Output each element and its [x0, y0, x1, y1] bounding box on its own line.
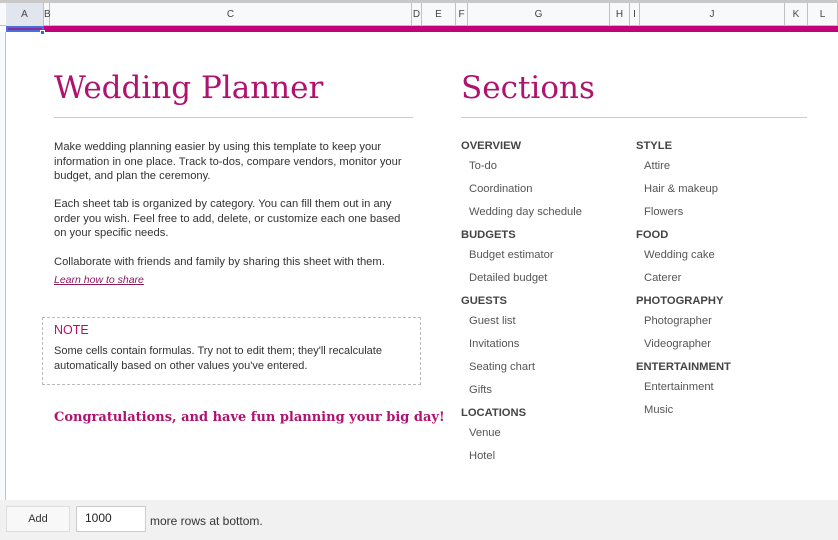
- column-header-d[interactable]: D: [412, 3, 422, 26]
- column-header-bar: ABCDEFGHIJKL: [0, 0, 838, 26]
- column-header-f[interactable]: F: [456, 3, 468, 26]
- collab-paragraph: Collaborate with friends and family by s…: [54, 256, 385, 268]
- column-header-c[interactable]: C: [50, 3, 412, 26]
- section-link[interactable]: Budget estimator: [469, 249, 554, 261]
- section-link[interactable]: Music: [644, 404, 673, 416]
- accent-row: [6, 26, 838, 32]
- selected-cell[interactable]: [6, 26, 44, 32]
- section-heading: Guests: [461, 295, 508, 307]
- section-link[interactable]: Coordination: [469, 183, 532, 195]
- section-link[interactable]: Guest list: [469, 315, 516, 327]
- rows-suffix-label: more rows at bottom.: [150, 514, 263, 528]
- column-header-g[interactable]: G: [468, 3, 610, 26]
- column-header-h[interactable]: H: [610, 3, 630, 26]
- note-box: NOTE Some cells contain formulas. Try no…: [42, 317, 421, 385]
- sections-title: Sections: [461, 70, 595, 106]
- section-link[interactable]: Entertainment: [644, 381, 714, 393]
- section-link[interactable]: Wedding day schedule: [469, 206, 582, 218]
- congrats-text: Congratulations, and have fun planning y…: [54, 410, 445, 425]
- section-link[interactable]: Hair & makeup: [644, 183, 718, 195]
- section-link[interactable]: Videographer: [644, 338, 711, 350]
- column-header-l[interactable]: L: [808, 3, 838, 26]
- row-header-bar: [0, 32, 6, 500]
- column-header-i[interactable]: I: [630, 3, 640, 26]
- add-rows-button[interactable]: Add: [6, 506, 70, 532]
- section-link[interactable]: Detailed budget: [469, 272, 547, 284]
- section-heading: Style: [636, 140, 673, 152]
- section-heading: Budgets: [461, 229, 516, 241]
- sections-divider: [461, 117, 807, 118]
- section-heading: Locations: [461, 407, 527, 419]
- section-link[interactable]: To-do: [469, 160, 497, 172]
- column-header-a[interactable]: A: [6, 3, 44, 26]
- section-heading: Photography: [636, 295, 724, 307]
- section-link[interactable]: Hotel: [469, 450, 495, 462]
- section-link[interactable]: Seating chart: [469, 361, 535, 373]
- learn-share-link[interactable]: Learn how to share: [54, 274, 144, 286]
- section-link[interactable]: Invitations: [469, 338, 519, 350]
- fill-handle[interactable]: [40, 30, 45, 35]
- section-heading: Food: [636, 229, 669, 241]
- rows-count-input[interactable]: 1000: [76, 506, 146, 532]
- note-text: Some cells contain formulas. Try not to …: [54, 345, 382, 372]
- tabs-paragraph: Each sheet tab is organized by category.…: [54, 198, 401, 239]
- column-header-k[interactable]: K: [785, 3, 808, 26]
- section-link[interactable]: Attire: [644, 160, 670, 172]
- section-heading: Entertainment: [636, 361, 731, 373]
- section-link[interactable]: Gifts: [469, 384, 492, 396]
- column-header-e[interactable]: E: [422, 3, 456, 26]
- section-link[interactable]: Caterer: [644, 272, 681, 284]
- section-link[interactable]: Flowers: [644, 206, 683, 218]
- section-link[interactable]: Venue: [469, 427, 501, 439]
- section-link[interactable]: Photographer: [644, 315, 712, 327]
- title-divider: [54, 117, 413, 118]
- section-link[interactable]: Wedding cake: [644, 249, 715, 261]
- note-heading: NOTE: [54, 323, 89, 337]
- column-header-j[interactable]: J: [640, 3, 785, 26]
- section-heading: Overview: [461, 140, 522, 152]
- intro-paragraph: Make wedding planning easier by using th…: [54, 141, 402, 182]
- page-title: Wedding Planner: [54, 70, 324, 106]
